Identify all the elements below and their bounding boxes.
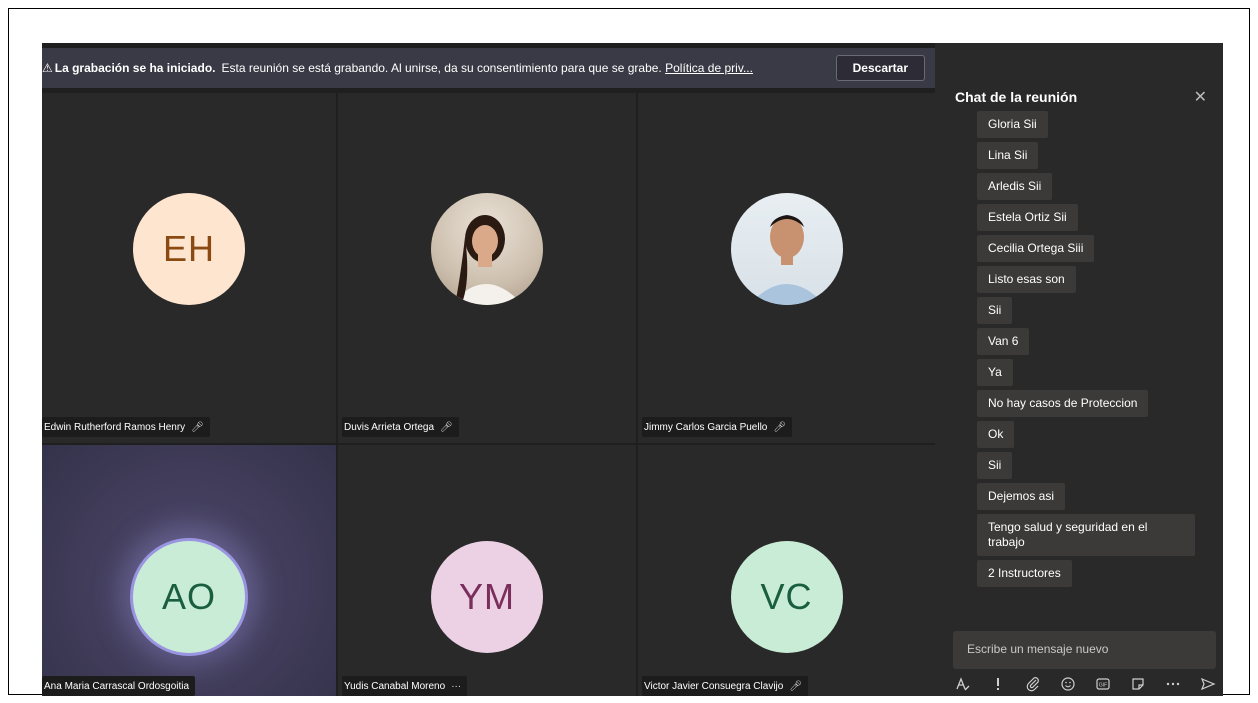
meeting-stage: ⚠ La grabación se ha iniciado. Esta reun… — [42, 43, 935, 696]
chat-message: Van 6 — [977, 328, 1030, 355]
chat-title: Chat de la reunión — [955, 89, 1078, 105]
participant-tile[interactable]: YM Yudis Canabal Moreno ··· — [338, 445, 636, 696]
participant-tile[interactable]: Duvis Arrieta Ortega 🎤︎ — [338, 93, 636, 443]
more-options-icon[interactable]: ··· — [451, 681, 461, 692]
participant-name: Duvis Arrieta Ortega 🎤︎ — [342, 417, 459, 437]
chat-message: Estela Ortiz Sii — [977, 204, 1078, 231]
compose-toolbar: GIF — [953, 676, 1218, 695]
dismiss-button[interactable]: Descartar — [835, 55, 925, 81]
chat-message: Lina Sii — [977, 142, 1039, 169]
participant-tile[interactable]: VC Victor Javier Consuegra Clavijo 🎤︎ — [638, 445, 935, 696]
chat-message: Ok — [977, 421, 1015, 448]
avatar: YM — [431, 541, 543, 653]
chat-message: No hay casos de Proteccion — [977, 390, 1149, 417]
emoji-icon[interactable] — [1058, 676, 1078, 695]
close-icon[interactable]: ✕ — [1194, 87, 1207, 107]
gif-icon[interactable]: GIF — [1093, 676, 1113, 695]
format-icon[interactable] — [953, 676, 973, 695]
avatar: VC — [730, 541, 843, 653]
warning-icon: ⚠ — [42, 61, 53, 75]
message-input[interactable]: Escribe un mensaje nuevo — [953, 631, 1216, 669]
avatar-photo — [431, 193, 543, 305]
chat-message: Cecilia Ortega Siii — [977, 235, 1095, 262]
privacy-link[interactable]: Política de priv... — [665, 61, 753, 75]
chat-message: Listo esas son — [977, 266, 1076, 293]
participant-tile-speaking[interactable]: AO Ana Maria Carrascal Ordosgoitia — [42, 445, 336, 696]
avatar: EH — [133, 193, 245, 305]
chat-messages: Gloria Sii Lina Sii Arledis Sii Estela O… — [977, 111, 1217, 591]
chat-message: Sii — [977, 452, 1013, 479]
banner-text: Esta reunión se está grabando. Al unirse… — [221, 61, 662, 75]
send-icon[interactable] — [1198, 676, 1218, 695]
participant-name: Victor Javier Consuegra Clavijo 🎤︎ — [642, 676, 809, 696]
participant-name: Ana Maria Carrascal Ordosgoitia — [42, 676, 196, 696]
mic-off-icon: 🎤︎ — [191, 421, 204, 433]
participant-tile[interactable]: Jimmy Carlos Garcia Puello 🎤︎ — [638, 93, 935, 443]
important-icon[interactable] — [988, 676, 1008, 695]
avatar-photo — [730, 193, 843, 305]
avatar: AO — [133, 541, 245, 653]
sticker-icon[interactable] — [1128, 676, 1148, 695]
banner-title: La grabación se ha iniciado. — [54, 61, 216, 75]
recording-banner: ⚠ La grabación se ha iniciado. Esta reun… — [42, 48, 935, 88]
chat-message: 2 Instructores — [977, 560, 1072, 587]
mic-off-icon: 🎤︎ — [789, 680, 803, 692]
attach-icon[interactable] — [1023, 676, 1043, 695]
chat-message: Gloria Sii — [977, 111, 1048, 138]
more-icon[interactable] — [1163, 676, 1183, 695]
chat-message: Tengo salud y seguridad en el trabajo — [977, 514, 1195, 556]
mic-off-icon: 🎤︎ — [773, 421, 787, 433]
chat-message: Sii — [977, 297, 1013, 324]
participant-name: Edwin Rutherford Ramos Henry 🎤︎ — [42, 417, 210, 437]
chat-message: Ya — [977, 359, 1013, 386]
chat-panel: Chat de la reunión ✕ Gloria Sii Lina Sii… — [935, 43, 1223, 696]
participant-name: Yudis Canabal Moreno ··· — [342, 676, 468, 696]
participant-name: Jimmy Carlos Garcia Puello 🎤︎ — [642, 417, 793, 437]
chat-message: Dejemos asi — [977, 483, 1066, 510]
svg-text:GIF: GIF — [1099, 683, 1107, 689]
chat-message: Arledis Sii — [977, 173, 1053, 200]
mic-off-icon: 🎤︎ — [440, 421, 453, 433]
participant-tile[interactable]: EH Edwin Rutherford Ramos Henry 🎤︎ — [42, 93, 336, 443]
